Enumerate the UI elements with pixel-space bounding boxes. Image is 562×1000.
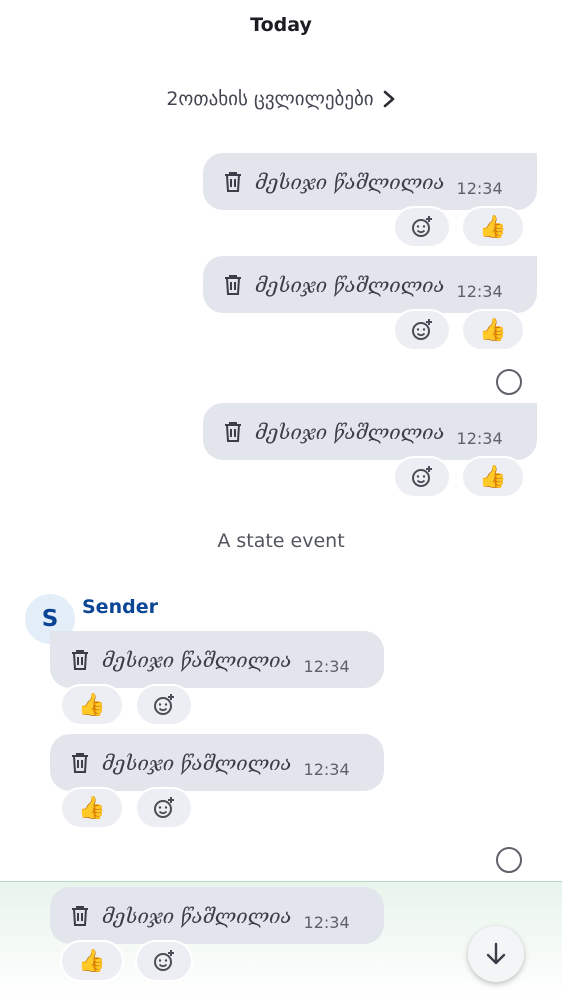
thumbs-up-icon: 👍 [78, 692, 106, 718]
deleted-message-text: მესიჯი წაშლილია [255, 419, 445, 444]
scroll-to-bottom-button[interactable] [468, 926, 524, 982]
message-bubble[interactable]: მესიჯი წაშლილია 12:34 [203, 256, 537, 313]
room-changes-label: 2ოთახის ცვლილებები [166, 88, 374, 110]
thumbs-up-icon: 👍 [479, 464, 507, 490]
add-reaction-button[interactable] [135, 684, 193, 726]
message-time: 12:34 [303, 913, 350, 932]
read-receipt-icon[interactable] [496, 369, 522, 395]
trash-icon [72, 649, 88, 670]
add-reaction-icon [154, 950, 174, 971]
message-time: 12:34 [456, 179, 503, 198]
avatar-initial: S [41, 606, 59, 632]
add-reaction-icon [154, 797, 174, 818]
reaction-thumbs-up[interactable]: 👍 [60, 940, 124, 982]
thumbs-up-icon: 👍 [479, 214, 507, 240]
reaction-thumbs-up[interactable]: 👍 [60, 787, 124, 829]
add-reaction-icon [412, 319, 432, 340]
message-time: 12:34 [303, 657, 350, 676]
add-reaction-button[interactable] [135, 787, 193, 829]
trash-icon [72, 905, 88, 926]
trash-icon [225, 274, 241, 295]
message-bubble[interactable]: მესიჯი წაშლილია 12:34 [203, 403, 537, 460]
deleted-message-text: მესიჯი წაშლილია [255, 169, 445, 194]
add-reaction-icon [412, 466, 432, 487]
deleted-message-text: მესიჯი წაშლილია [255, 272, 445, 297]
thumbs-up-icon: 👍 [78, 948, 106, 974]
reaction-thumbs-up[interactable]: 👍 [60, 684, 124, 726]
message-bubble[interactable]: მესიჯი წაშლილია 12:34 [50, 734, 384, 791]
room-changes-link[interactable]: 2ოთახის ცვლილებები [0, 84, 562, 114]
trash-icon [72, 752, 88, 773]
message-time: 12:34 [303, 760, 350, 779]
reaction-thumbs-up[interactable]: 👍 [461, 206, 525, 248]
message-bubble[interactable]: მესიჯი წაშლილია 12:34 [50, 887, 384, 944]
add-reaction-icon [154, 694, 174, 715]
message-bubble[interactable]: მესიჯი წაშლილია 12:34 [50, 631, 384, 688]
reaction-thumbs-up[interactable]: 👍 [461, 456, 525, 498]
reaction-thumbs-up[interactable]: 👍 [461, 309, 525, 351]
date-header: Today [250, 14, 312, 36]
message-bubble[interactable]: მესიჯი წაშლილია 12:34 [203, 153, 537, 210]
deleted-message-text: მესიჯი წაშლილია [102, 750, 292, 775]
add-reaction-button[interactable] [393, 309, 451, 351]
add-reaction-button[interactable] [393, 456, 451, 498]
state-event: A state event [217, 530, 345, 552]
thumbs-up-icon: 👍 [479, 317, 507, 343]
deleted-message-text: მესიჯი წაშლილია [102, 647, 292, 672]
deleted-message-text: მესიჯი წაშლილია [102, 903, 292, 928]
trash-icon [225, 171, 241, 192]
thumbs-up-icon: 👍 [78, 795, 106, 821]
add-reaction-button[interactable] [393, 206, 451, 248]
add-reaction-button[interactable] [135, 940, 193, 982]
add-reaction-icon [412, 216, 432, 237]
message-time: 12:34 [456, 282, 503, 301]
message-time: 12:34 [456, 429, 503, 448]
arrow-down-icon [486, 942, 506, 965]
sender-name[interactable]: Sender [82, 596, 158, 624]
read-receipt-icon[interactable] [496, 847, 522, 873]
chevron-right-icon [383, 90, 394, 108]
trash-icon [225, 421, 241, 442]
